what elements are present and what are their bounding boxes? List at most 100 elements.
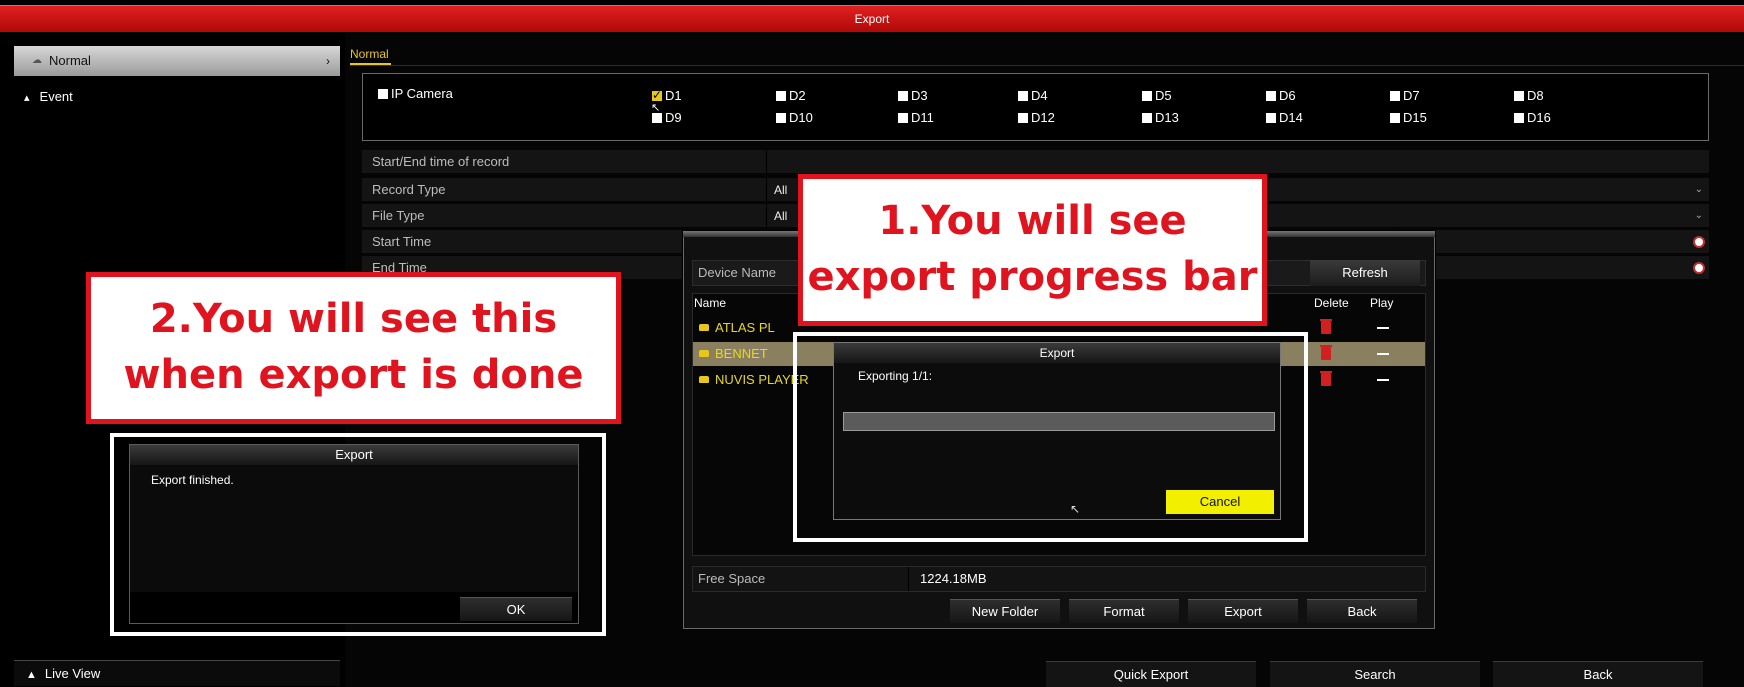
checkbox-icon [652,113,662,123]
window-title: Export [0,5,1744,32]
checkbox-icon [1390,91,1400,101]
live-view-label: Live View [44,666,101,681]
channel-label: D14 [1279,110,1303,125]
row-divider [908,567,909,591]
channel-checkbox-d5[interactable]: D5 [1142,88,1172,104]
channel-checkbox-d11[interactable]: D11 [898,110,934,126]
folder-icon [699,376,709,383]
channel-label: D2 [789,88,806,103]
camera-selection-panel: IP Camera [362,73,1709,141]
sidebar-item-label: Event [39,89,73,104]
search-button[interactable]: Search [1270,661,1480,687]
ip-camera-checkbox[interactable]: IP Camera [378,86,453,102]
free-space-row [692,566,1426,592]
clock-icon[interactable] [1693,262,1705,274]
dropdown-arrow-icon[interactable]: ⌄ [1695,204,1703,228]
row-divider [766,150,767,174]
channel-label: D6 [1279,88,1296,103]
checkbox-icon [1514,91,1524,101]
sidebar-item-label: Normal [49,53,91,68]
live-view-button[interactable]: ▲ Live View [14,660,340,686]
home-icon: ▲ [26,669,37,681]
record-type-label: Record Type [372,182,446,197]
folder-icon [699,350,709,357]
quick-export-button[interactable]: Quick Export [1046,661,1256,687]
channel-label: D16 [1527,110,1551,125]
callout-progress-bar: 1.You will see export progress bar [798,174,1267,326]
channel-checkbox-d14[interactable]: D14 [1266,110,1303,126]
channel-checkbox-d16[interactable]: D16 [1514,110,1551,126]
channel-label: D3 [911,88,928,103]
channel-checkbox-d10[interactable]: D10 [776,110,813,126]
file-name-text: ATLAS PL [715,320,775,335]
sidebar-item-event[interactable]: ▴ Event [24,88,73,107]
checkbox-icon [1266,113,1276,123]
play-icon[interactable] [1377,353,1389,355]
dropdown-arrow-icon[interactable]: ⌄ [1695,178,1703,202]
checkbox-icon [1390,113,1400,123]
checkbox-icon [1142,113,1152,123]
callout-export-done: 2.You will see this when export is done [86,272,621,424]
folder-icon [699,324,709,331]
channel-checkbox-d7[interactable]: D7 [1390,88,1420,104]
checkbox-icon [1514,113,1524,123]
start-end-time-label: Start/End time of record [372,154,510,169]
channel-checkbox-d2[interactable]: D2 [776,88,806,104]
channel-label: D12 [1031,110,1055,125]
column-header-play: Play [1370,296,1394,310]
channel-label: D8 [1527,88,1544,103]
checkbox-icon [378,89,388,99]
channel-label: D7 [1403,88,1420,103]
channel-label: D13 [1155,110,1179,125]
back-bottom-button[interactable]: Back [1493,661,1703,687]
export-button[interactable]: Export [1188,599,1298,623]
channel-checkbox-d3[interactable]: D3 [898,88,928,104]
start-time-label: Start Time [372,234,432,249]
file-type-label: File Type [372,208,425,223]
checkbox-icon [1142,91,1152,101]
channel-label: D10 [789,110,813,125]
play-icon[interactable] [1377,327,1389,329]
checkbox-icon [1018,113,1028,123]
channel-label: D4 [1031,88,1048,103]
device-name-label: Device Name [698,265,777,280]
refresh-button[interactable]: Refresh [1310,260,1420,286]
file-name-text: BENNET [715,346,768,361]
row-divider [766,178,767,202]
channel-label: D5 [1155,88,1172,103]
cloud-icon: ☁ [32,55,42,66]
clock-icon[interactable] [1693,236,1705,248]
free-space-label: Free Space [698,571,766,586]
record-type-value[interactable]: All [774,178,787,202]
checkbox-icon [776,91,786,101]
tab-underline [350,65,1744,66]
play-icon[interactable] [1377,379,1389,381]
channel-label: D11 [911,110,934,125]
tab-normal[interactable]: Normal [350,46,391,65]
channel-checkbox-d15[interactable]: D15 [1390,110,1427,126]
start-end-time-row: Start/End time of record [362,150,1709,174]
channel-checkbox-d12[interactable]: D12 [1018,110,1055,126]
back-button[interactable]: Back [1307,599,1417,623]
delete-icon[interactable] [1320,371,1332,386]
free-space-value: 1224.18MB [920,571,987,586]
sidebar-item-normal[interactable]: ☁ Normal › [14,46,340,76]
new-folder-button[interactable]: New Folder [950,599,1060,623]
channel-checkbox-d13[interactable]: D13 [1142,110,1179,126]
channel-checkbox-d8[interactable]: D8 [1514,88,1544,104]
format-button[interactable]: Format [1069,599,1179,623]
delete-icon[interactable] [1320,345,1332,360]
channel-checkbox-d6[interactable]: D6 [1266,88,1296,104]
delete-icon[interactable] [1320,319,1332,334]
channel-checkbox-d4[interactable]: D4 [1018,88,1048,104]
checkbox-icon [1266,91,1276,101]
progress-highlight-box [793,332,1308,542]
channel-label: D1 [665,88,682,103]
file-type-value[interactable]: All [774,204,787,228]
row-divider [766,204,767,228]
checkbox-icon [776,113,786,123]
ip-camera-label: IP Camera [391,86,453,101]
checkbox-icon [898,91,908,101]
chevron-right-icon: › [326,54,330,68]
event-icon: ▴ [24,92,30,104]
